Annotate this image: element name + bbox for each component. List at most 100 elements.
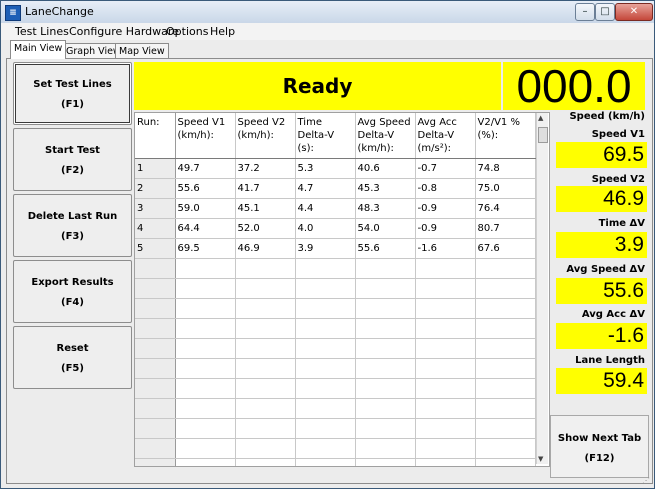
table-cell[interactable] (295, 358, 356, 379)
table-cell[interactable] (175, 318, 236, 339)
table-cell[interactable] (235, 298, 296, 319)
column-header[interactable]: Speed V2 (km/h): (235, 113, 296, 159)
scroll-down-icon[interactable]: ▼ (538, 455, 543, 463)
minimize-button[interactable]: – (575, 3, 595, 21)
table-cell[interactable] (235, 438, 296, 459)
table-cell[interactable] (355, 438, 416, 459)
table-cell[interactable]: 75.0 (475, 178, 536, 199)
table-cell[interactable] (415, 258, 476, 279)
empty-table-row[interactable] (135, 418, 536, 439)
table-cell[interactable]: -0.7 (415, 158, 476, 179)
scroll-up-icon[interactable]: ▲ (538, 114, 543, 122)
row-header-cell[interactable] (135, 418, 176, 439)
column-header[interactable]: Avg Acc Delta-V (m/s²): (415, 113, 476, 159)
table-cell[interactable] (415, 378, 476, 399)
table-scrollbar[interactable]: ▲ ▼ (536, 113, 548, 464)
menu-options[interactable]: Options (166, 25, 208, 38)
table-cell[interactable] (475, 438, 536, 459)
table-row[interactable]: 3 59.0 45.1 4.4 48.3 -0.9 76.4 (135, 198, 536, 219)
table-cell[interactable] (475, 458, 536, 466)
table-cell[interactable] (295, 378, 356, 399)
table-cell[interactable]: -0.9 (415, 198, 476, 219)
table-cell[interactable]: 59.0 (175, 198, 236, 219)
row-header-cell[interactable] (135, 438, 176, 459)
table-cell[interactable]: 76.4 (475, 198, 536, 219)
table-cell[interactable] (475, 418, 536, 439)
row-header-cell[interactable] (135, 458, 176, 466)
table-cell[interactable] (235, 458, 296, 466)
table-cell[interactable] (475, 358, 536, 379)
table-cell[interactable] (355, 278, 416, 299)
table-cell[interactable] (415, 398, 476, 419)
row-header-cell[interactable]: 4 (135, 218, 176, 239)
table-cell[interactable] (355, 318, 416, 339)
table-cell[interactable] (355, 258, 416, 279)
row-header-cell[interactable]: 1 (135, 158, 176, 179)
table-row[interactable]: 2 55.6 41.7 4.7 45.3 -0.8 75.0 (135, 178, 536, 199)
table-cell[interactable] (295, 398, 356, 419)
table-cell[interactable] (175, 298, 236, 319)
empty-table-row[interactable] (135, 278, 536, 299)
table-cell[interactable] (415, 438, 476, 459)
table-cell[interactable] (355, 358, 416, 379)
table-cell[interactable] (355, 298, 416, 319)
table-cell[interactable] (175, 258, 236, 279)
table-cell[interactable]: 4.0 (295, 218, 356, 239)
table-cell[interactable]: 3.9 (295, 238, 356, 259)
table-cell[interactable] (295, 438, 356, 459)
table-cell[interactable] (235, 278, 296, 299)
row-header-cell[interactable] (135, 318, 176, 339)
table-cell[interactable] (295, 458, 356, 466)
delete-last-run-button[interactable]: Delete Last Run (F3) (13, 194, 132, 257)
row-header-cell[interactable] (135, 378, 176, 399)
scroll-thumb[interactable] (538, 127, 548, 143)
table-cell[interactable]: 64.4 (175, 218, 236, 239)
table-cell[interactable]: 40.6 (355, 158, 416, 179)
table-cell[interactable] (235, 398, 296, 419)
table-cell[interactable]: 45.3 (355, 178, 416, 199)
table-cell[interactable] (295, 278, 356, 299)
table-cell[interactable]: 4.7 (295, 178, 356, 199)
maximize-button[interactable]: □ (595, 3, 615, 21)
reset-button[interactable]: Reset (F5) (13, 326, 132, 389)
table-cell[interactable] (175, 418, 236, 439)
table-cell[interactable]: 5.3 (295, 158, 356, 179)
tab-main-view[interactable]: Main View (10, 40, 67, 59)
table-cell[interactable]: 48.3 (355, 198, 416, 219)
start-test-button[interactable]: Start Test (F2) (13, 128, 132, 191)
row-header-cell[interactable]: 3 (135, 198, 176, 219)
table-cell[interactable] (355, 458, 416, 466)
table-cell[interactable] (475, 398, 536, 419)
table-cell[interactable] (175, 398, 236, 419)
table-cell[interactable]: 54.0 (355, 218, 416, 239)
table-cell[interactable] (175, 358, 236, 379)
table-cell[interactable]: 80.7 (475, 218, 536, 239)
empty-table-row[interactable] (135, 458, 536, 466)
table-row[interactable]: 1 49.7 37.2 5.3 40.6 -0.7 74.8 (135, 158, 536, 179)
table-cell[interactable] (415, 338, 476, 359)
column-header[interactable]: Speed V1 (km/h): (175, 113, 236, 159)
table-cell[interactable] (235, 378, 296, 399)
table-cell[interactable]: 45.1 (235, 198, 296, 219)
row-header-cell[interactable] (135, 338, 176, 359)
export-results-button[interactable]: Export Results (F4) (13, 260, 132, 323)
table-cell[interactable] (355, 378, 416, 399)
column-header[interactable]: Run: (135, 113, 176, 159)
row-header-cell[interactable]: 5 (135, 238, 176, 259)
table-cell[interactable]: 67.6 (475, 238, 536, 259)
row-header-cell[interactable] (135, 278, 176, 299)
table-cell[interactable] (355, 418, 416, 439)
resize-grip-icon[interactable]: ⋰ (642, 476, 652, 486)
table-row[interactable]: 5 69.5 46.9 3.9 55.6 -1.6 67.6 (135, 238, 536, 259)
menu-help[interactable]: Help (210, 25, 235, 38)
empty-table-row[interactable] (135, 298, 536, 319)
table-cell[interactable]: 55.6 (175, 178, 236, 199)
table-cell[interactable] (295, 318, 356, 339)
empty-table-row[interactable] (135, 378, 536, 399)
table-cell[interactable]: 55.6 (355, 238, 416, 259)
column-header[interactable]: V2/V1 % (%): (475, 113, 536, 159)
empty-table-row[interactable] (135, 438, 536, 459)
show-next-tab-button[interactable]: Show Next Tab (F12) (550, 415, 649, 478)
table-cell[interactable] (175, 278, 236, 299)
table-cell[interactable] (415, 278, 476, 299)
